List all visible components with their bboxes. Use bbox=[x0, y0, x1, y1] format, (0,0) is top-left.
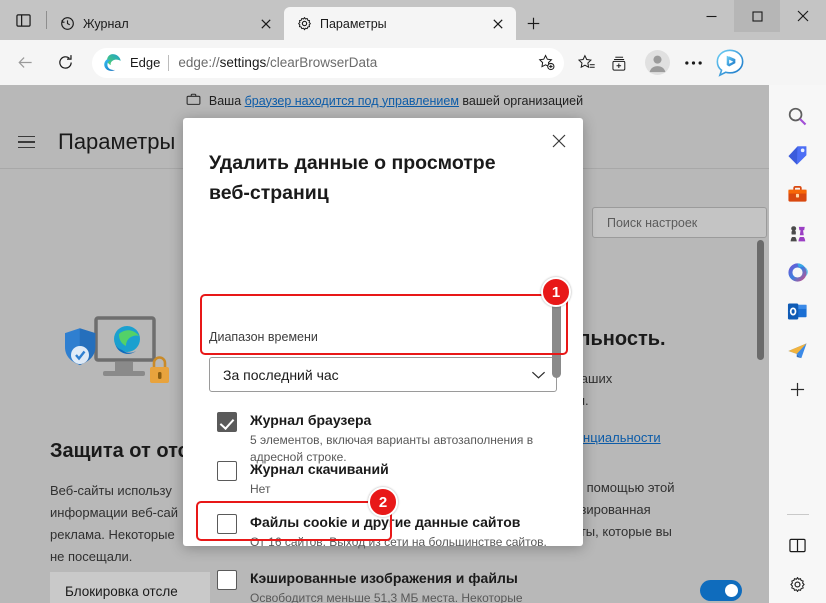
tab-actions-icon[interactable] bbox=[0, 0, 46, 40]
option-title: Файлы cookie и другие данные сайтов bbox=[250, 514, 521, 530]
annotation-badge-1: 1 bbox=[541, 277, 571, 307]
sidebar-divider bbox=[786, 514, 809, 515]
annotation-badge-2: 2 bbox=[368, 487, 398, 517]
tab-zhurnal[interactable]: Журнал bbox=[47, 7, 284, 40]
url-suffix: /clearBrowserData bbox=[266, 55, 378, 70]
gear-icon[interactable] bbox=[780, 565, 816, 603]
address-separator bbox=[168, 54, 170, 71]
time-range-label: Диапазон времени bbox=[209, 330, 318, 344]
reload-icon[interactable] bbox=[48, 48, 82, 78]
time-range-select[interactable]: За последний час bbox=[209, 357, 557, 392]
option-title: Журнал браузера bbox=[250, 412, 372, 428]
split-screen-icon[interactable] bbox=[780, 526, 816, 564]
more-options-icon[interactable] bbox=[676, 48, 710, 78]
tracking-block-card: Блокировка отсле bbox=[50, 572, 210, 603]
tracking-prevention-heading: Защита от отсл bbox=[50, 440, 202, 462]
tab-parametry[interactable]: Параметры bbox=[284, 7, 516, 40]
avatar[interactable] bbox=[638, 46, 676, 80]
close-icon[interactable] bbox=[256, 14, 276, 34]
close-button[interactable] bbox=[780, 0, 826, 32]
minimize-button[interactable] bbox=[688, 0, 734, 32]
gear-icon bbox=[296, 15, 313, 32]
address-bar[interactable]: Edge edge://settings/clearBrowserData bbox=[92, 47, 564, 78]
org-banner-text: Ваша браузер находится под управлением в… bbox=[209, 94, 583, 108]
favorites-icon[interactable] bbox=[570, 48, 604, 78]
search-icon[interactable] bbox=[780, 97, 816, 135]
briefcase-icon bbox=[186, 92, 201, 110]
clear-browsing-data-dialog: Удалить данные о просмотре веб-страниц Д… bbox=[183, 118, 583, 603]
close-icon[interactable] bbox=[545, 127, 573, 155]
org-suffix: вашей организацией bbox=[458, 93, 584, 108]
hamburger-menu-icon[interactable] bbox=[18, 129, 44, 155]
option-subtitle: Нет bbox=[250, 482, 271, 496]
page-scrollbar[interactable] bbox=[757, 240, 764, 603]
time-range-value: За последний час bbox=[223, 366, 339, 383]
url-bold: settings bbox=[219, 55, 267, 70]
checkbox-icon[interactable] bbox=[217, 514, 237, 534]
edge-brand-label: Edge bbox=[130, 55, 161, 70]
cookies-option[interactable]: Файлы cookie и другие данные сайтов От 1… bbox=[209, 512, 557, 551]
tab-strip: Журнал Параметры bbox=[0, 0, 688, 40]
outlook-icon[interactable] bbox=[780, 292, 816, 330]
games-chess-icon[interactable] bbox=[780, 214, 816, 252]
org-link[interactable]: браузер находится под управлением bbox=[245, 94, 459, 108]
window-controls bbox=[688, 0, 826, 40]
option-title: Журнал скачиваний bbox=[250, 461, 389, 477]
tools-briefcase-icon[interactable] bbox=[780, 175, 816, 213]
shopping-tag-icon[interactable] bbox=[780, 136, 816, 174]
privacy-illustration bbox=[53, 312, 173, 392]
organization-banner: Ваша браузер находится под управлением в… bbox=[0, 85, 769, 116]
cached-files-option[interactable]: Кэшированные изображения и файлы Освобод… bbox=[209, 568, 557, 603]
close-icon[interactable] bbox=[488, 14, 508, 34]
url-prefix: edge:// bbox=[178, 55, 220, 70]
bing-chat-icon[interactable] bbox=[710, 43, 750, 83]
plus-icon[interactable] bbox=[780, 370, 816, 408]
dialog-title: Удалить данные о просмотре веб-страниц bbox=[209, 152, 496, 204]
telegram-plane-icon[interactable] bbox=[780, 331, 816, 369]
search-placeholder: Поиск настроек bbox=[607, 215, 698, 230]
navigation-toolbar: Edge edge://settings/clearBrowserData bbox=[0, 40, 826, 85]
edge-sidebar bbox=[769, 85, 826, 603]
tab-title: Параметры bbox=[320, 16, 387, 31]
org-prefix: Ваша bbox=[208, 93, 245, 108]
checkbox-checked-icon[interactable] bbox=[217, 412, 237, 432]
option-subtitle: Освободится меньше 51,3 МБ места. Некото… bbox=[250, 591, 523, 603]
address-url: edge://settings/clearBrowserData bbox=[178, 55, 533, 70]
option-title: Кэшированные изображения и файлы bbox=[250, 570, 518, 586]
checkbox-icon[interactable] bbox=[217, 461, 237, 481]
option-subtitle: От 16 сайтов. Выход из сети на большинст… bbox=[250, 535, 547, 549]
maximize-button[interactable] bbox=[734, 0, 780, 32]
add-favorite-icon[interactable] bbox=[533, 50, 559, 76]
edge-logo-icon bbox=[103, 53, 123, 73]
dialog-list-scrollbar[interactable] bbox=[552, 300, 561, 498]
new-tab-button[interactable] bbox=[516, 8, 550, 38]
chevron-down-icon bbox=[531, 367, 546, 383]
collections-icon[interactable] bbox=[604, 48, 638, 78]
title-bar: Журнал Параметры bbox=[0, 0, 826, 40]
history-icon bbox=[59, 15, 76, 32]
tracking-toggle[interactable] bbox=[700, 580, 742, 601]
checkbox-icon[interactable] bbox=[217, 570, 237, 590]
settings-search-input[interactable]: Поиск настроек bbox=[592, 207, 767, 238]
page-title: Параметры bbox=[58, 129, 176, 154]
browsing-history-option[interactable]: Журнал браузера 5 элементов, включая вар… bbox=[209, 410, 557, 466]
microsoft365-icon[interactable] bbox=[780, 253, 816, 291]
tab-title: Журнал bbox=[83, 16, 129, 31]
back-icon[interactable] bbox=[8, 48, 42, 78]
